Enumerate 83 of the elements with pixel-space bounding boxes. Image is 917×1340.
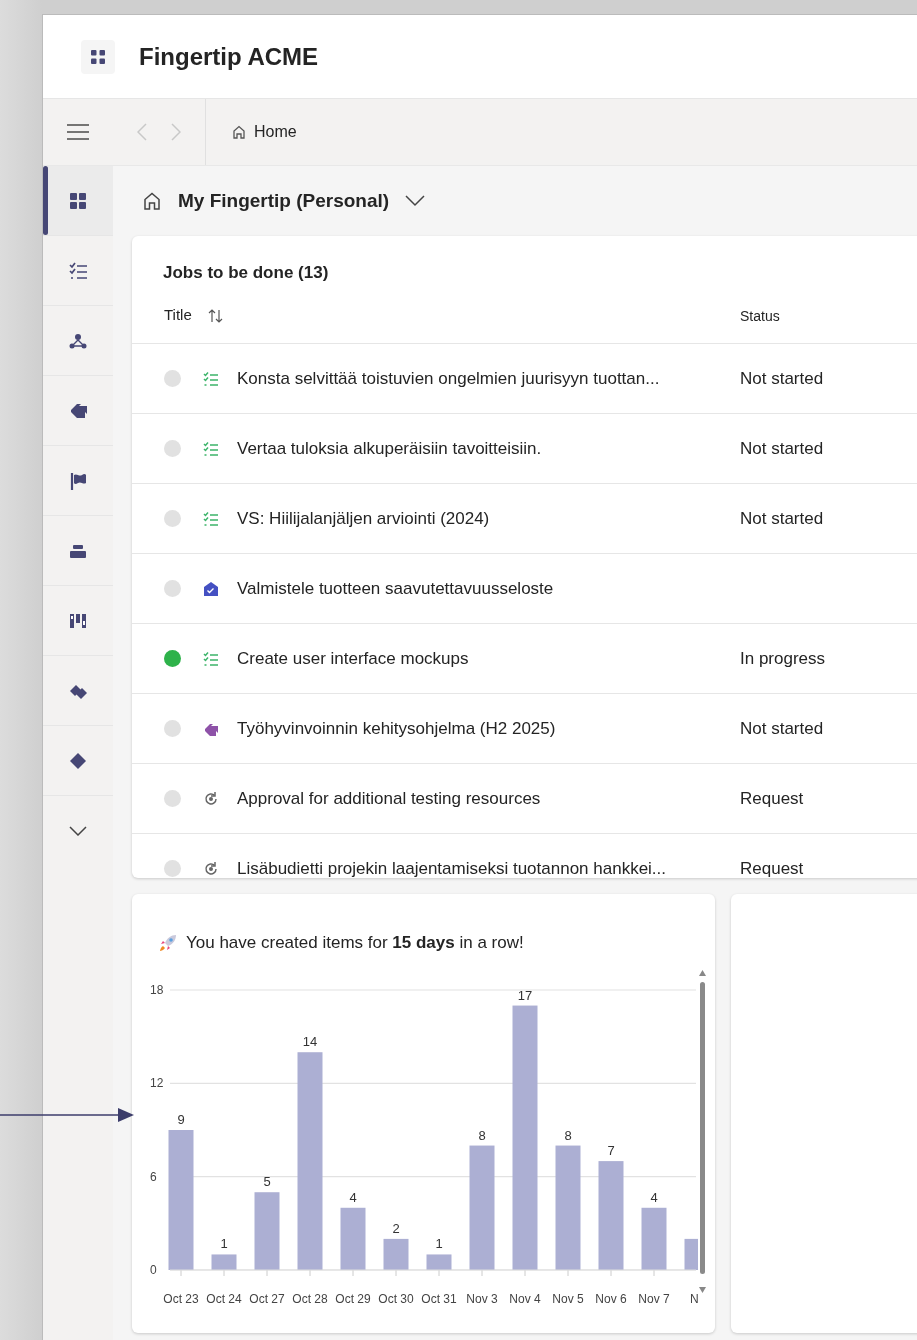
data-label: 4 (650, 1189, 658, 1205)
status-dot[interactable] (164, 650, 181, 667)
axis-tick-label: 6 (150, 1169, 157, 1184)
data-label: 2 (392, 1220, 400, 1236)
job-status: Request (740, 788, 804, 808)
job-title[interactable]: VS: Hiilijalanjäljen arviointi (2024) (237, 505, 490, 532)
menu-icon[interactable] (67, 124, 89, 140)
job-title[interactable]: Konsta selvittää toistuvien ongelmien juurisyyn tuottan... (237, 365, 660, 392)
data-label: 8 (564, 1127, 572, 1143)
axis-tick-label: 12 (150, 1075, 164, 1090)
streak-message: You have created items for 15 days in a row! (186, 932, 524, 954)
checklist-icon (203, 650, 219, 667)
job-title[interactable]: Create user interface mockups (237, 645, 469, 672)
job-status: Not started (740, 368, 824, 388)
data-label: 7 (607, 1142, 615, 1158)
status-dot[interactable] (164, 580, 181, 597)
card-title: Jobs to be done (13) (163, 263, 329, 282)
data-label: 4 (349, 1189, 357, 1205)
data-label: 17 (517, 987, 533, 1003)
job-title[interactable]: Lisäbudietti projekin laajentamiseksi tuotannon hankkei... (237, 855, 667, 878)
breadcrumb-link[interactable]: Home (254, 120, 297, 144)
checklist-icon (203, 510, 219, 527)
home-icon (142, 191, 162, 211)
scrollbar[interactable] (699, 969, 706, 1293)
job-status: In progress (740, 648, 826, 668)
flag-icon (69, 471, 87, 490)
axis-category-label: Oct 31 (421, 1291, 457, 1306)
chevron-down-icon[interactable] (69, 826, 87, 836)
app-title: Fingertip ACME (139, 41, 319, 72)
arrow-icon (69, 401, 87, 420)
data-label: 8 (478, 1127, 486, 1143)
axis-category-label: Nov 5 (552, 1291, 584, 1306)
axis-category-label: Oct 28 (292, 1291, 328, 1306)
sidebar-item[interactable] (43, 166, 113, 236)
apps-icon (69, 191, 87, 210)
column-header[interactable]: Title (164, 304, 192, 327)
network-icon (69, 331, 87, 350)
page-title: My Fingertip (Personal) (178, 188, 390, 213)
data-label: 1 (220, 1235, 228, 1251)
axis-tick-label: 0 (150, 1262, 157, 1277)
checklist-icon (203, 370, 219, 387)
data-label: 5 (263, 1173, 271, 1189)
sort-icon[interactable] (207, 308, 223, 323)
axis-category-label: Nov 4 (509, 1291, 541, 1306)
data-label: 9 (177, 1111, 185, 1127)
job-status: Request (740, 858, 804, 878)
app-logo (81, 39, 115, 74)
status-dot[interactable] (164, 510, 181, 527)
job-title[interactable]: Valmistele tuotteen saavutettavuusseloste (237, 575, 554, 602)
data-label: 1 (435, 1235, 443, 1251)
refresh-icon (203, 860, 219, 877)
axis-category-label: Oct 23 (163, 1291, 199, 1306)
job-title[interactable]: Approval for additional testing resources (237, 785, 541, 812)
status-dot[interactable] (164, 720, 181, 737)
chevron-down-icon[interactable] (405, 195, 426, 207)
job-status: Not started (740, 718, 824, 738)
board-icon (69, 611, 87, 630)
data-label: 14 (302, 1033, 318, 1049)
job-title[interactable]: Työhyvinvoinnin kehitysohjelma (H2 2025) (237, 715, 556, 742)
axis-category-label: Nov 6 (595, 1291, 627, 1306)
status-dot[interactable] (164, 370, 181, 387)
axis-category-label: Oct 27 (249, 1291, 285, 1306)
status-dot[interactable] (164, 790, 181, 807)
job-status: Not started (740, 508, 824, 528)
axis-tick-label: 18 (150, 982, 164, 997)
axis-category-label: Nov 7 (638, 1291, 670, 1306)
rocket-icon (158, 932, 178, 953)
axis-category-label: Nov 3 (466, 1291, 498, 1306)
job-status: Not started (740, 438, 824, 458)
column-header[interactable]: Status (740, 307, 780, 324)
checklist-icon (203, 440, 219, 457)
diamond-icon (69, 751, 87, 770)
status-dot[interactable] (164, 440, 181, 457)
house-check-icon (203, 580, 219, 597)
refresh-icon (203, 790, 219, 807)
home-icon (232, 125, 246, 139)
status-dot[interactable] (164, 860, 181, 877)
job-title[interactable]: Vertaa tuloksia alkuperäisiin tavoitteisiin. (237, 435, 542, 462)
axis-category-label: N (690, 1291, 699, 1306)
axis-category-label: Oct 30 (378, 1291, 414, 1306)
checklist-icon (69, 261, 87, 280)
axis-category-label: Oct 24 (206, 1291, 242, 1306)
axis-category-label: Oct 29 (335, 1291, 371, 1306)
